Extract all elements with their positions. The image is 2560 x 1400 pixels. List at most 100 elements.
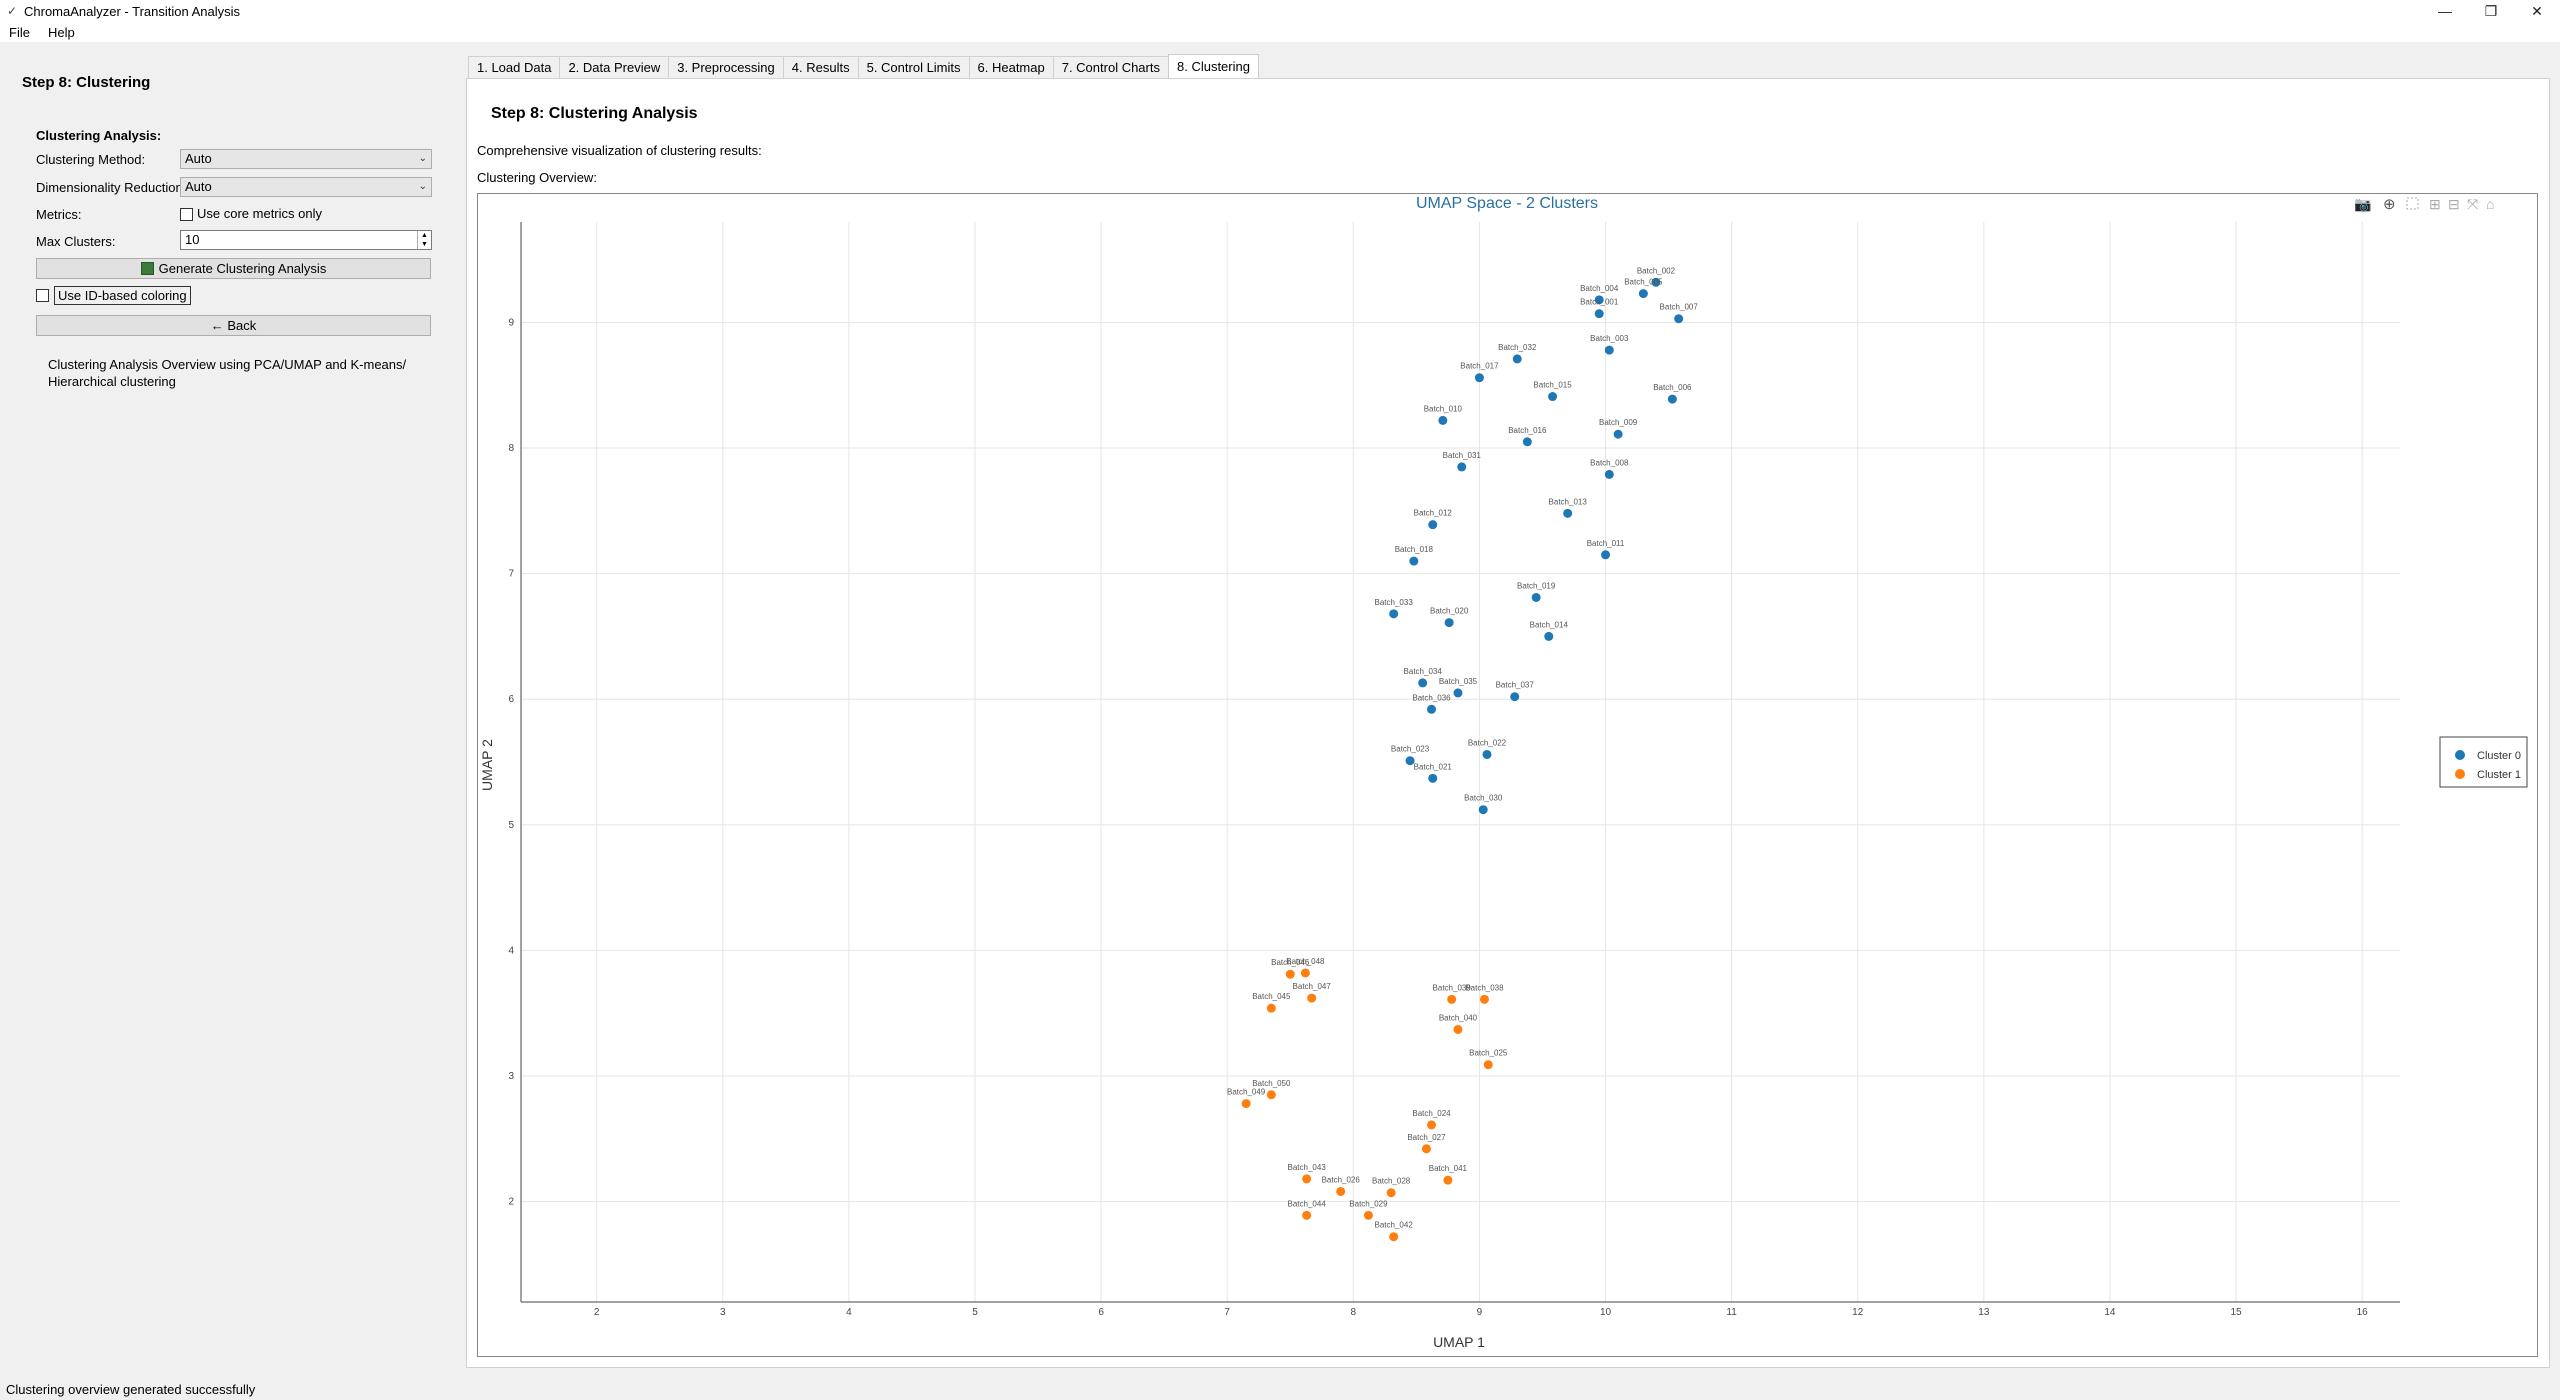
point-label: Batch_034 [1404,667,1443,676]
id-coloring-option[interactable]: Use ID-based coloring [36,286,191,305]
y-tick-label: 8 [508,443,514,454]
plot-frame[interactable]: UMAP Space - 2 Clusters 📷 ⊕ ⊞ ⊟ ⤧ ⌂ 2 3 4 5… [477,193,2538,1357]
point-label: Batch_001 [1580,298,1619,307]
id-coloring-label: Use ID-based coloring [54,286,191,305]
zoom-out-icon[interactable]: ⊟ [2448,196,2460,212]
data-point [1483,1060,1493,1070]
umap-scatter-chart[interactable]: UMAP Space - 2 Clusters 📷 ⊕ ⊞ ⊟ ⤧ ⌂ 2 3 4 5… [478,194,2537,1356]
minimize-icon[interactable]: — [2422,0,2468,22]
data-point [1426,704,1436,714]
camera-icon[interactable]: 📷 [2354,196,2371,213]
point-label: Batch_043 [1288,1163,1327,1172]
tab-results[interactable]: 4. Results [782,56,859,78]
data-point [1409,556,1419,566]
core-metrics-option[interactable]: Use core metrics only [180,206,322,222]
y-tick-label: 5 [508,820,514,831]
data-point [1548,392,1558,402]
data-point [1444,618,1454,628]
point-label: Batch_030 [1464,794,1503,803]
x-tick-label: 2 [594,1307,600,1318]
max-clusters-spinbox[interactable]: 10 ▲ ▼ [180,230,432,250]
grid [521,222,2400,1302]
point-label: Batch_013 [1549,497,1588,506]
x-tick-label: 3 [720,1307,726,1318]
maxclusters-label: Max Clusters: [36,234,116,249]
point-label: Batch_019 [1517,581,1556,590]
method-combo[interactable]: Auto ⌄ [180,149,432,169]
back-button[interactable]: ← Back [36,315,431,336]
close-icon[interactable]: ✕ [2514,0,2560,22]
tab-preprocessing[interactable]: 3. Preprocessing [668,56,784,78]
menu-help[interactable]: Help [39,25,84,40]
data-point [1674,314,1684,324]
point-label: Batch_005 [1624,278,1663,287]
tab-data-preview[interactable]: 2. Data Preview [559,56,670,78]
point-label: Batch_009 [1599,418,1638,427]
chevron-down-icon: ⌄ [418,181,427,192]
tab-bar: 1. Load Data 2. Data Preview 3. Preproce… [468,54,1259,78]
generate-clustering-button[interactable]: Generate Clustering Analysis [36,258,431,279]
point-label: Batch_014 [1530,620,1569,629]
point-label: Batch_027 [1407,1133,1446,1142]
data-point [1601,550,1611,560]
id-coloring-checkbox[interactable] [36,289,49,302]
point-label: Batch_020 [1430,607,1469,616]
menu-file[interactable]: File [0,25,39,40]
modebar: 📷 ⊕ ⊞ ⊟ ⤧ ⌂ [2354,196,2494,213]
content-description: Comprehensive visualization of clusterin… [477,143,762,158]
point-label: Batch_045 [1252,992,1291,1001]
metrics-label: Metrics: [36,207,82,222]
tab-heatmap[interactable]: 6. Heatmap [968,56,1054,78]
data-point [1363,1210,1373,1220]
x-tick-label: 6 [1098,1307,1104,1318]
point-label: Batch_026 [1322,1175,1361,1184]
data-point [1421,1144,1431,1154]
chevron-down-icon: ⌄ [418,153,427,164]
data-point [1474,373,1484,383]
data-point [1453,688,1463,698]
zoom-icon[interactable]: ⊕ [2383,196,2396,213]
tab-clustering[interactable]: 8. Clustering [1167,54,1259,78]
scatter-points: Batch_002 Batch_005 Batch_004 Batch_001 Batc… [1227,266,1699,1242]
data-point [1638,289,1648,299]
menu-bar: File Help [0,22,2560,42]
point-label: Batch_024 [1412,1109,1451,1118]
point-label: Batch_050 [1252,1079,1291,1088]
x-tick-label: 8 [1351,1307,1357,1318]
x-tick-label: 7 [1224,1307,1230,1318]
tab-control-charts[interactable]: 7. Control Charts [1052,56,1169,78]
select-box-icon[interactable] [2406,197,2419,210]
y-tick-label: 4 [508,945,514,956]
point-label: Batch_044 [1288,1199,1327,1208]
point-label: Batch_006 [1653,383,1692,392]
point-label: Batch_017 [1460,362,1499,371]
tab-control-limits[interactable]: 5. Control Limits [857,56,970,78]
restore-icon[interactable]: ❐ [2468,0,2514,22]
point-label: Batch_018 [1395,545,1434,554]
data-point [1389,609,1399,619]
data-point [1482,749,1492,759]
x-tick-label: 16 [2357,1307,2369,1318]
content-title: Step 8: Clustering Analysis [491,105,698,122]
legend-label-cluster-0: Cluster 0 [2477,750,2521,762]
data-point [1604,345,1614,355]
spin-buttons[interactable]: ▲ ▼ [417,231,431,249]
home-icon[interactable]: ⌂ [2486,196,2494,212]
data-point [1266,1090,1276,1100]
core-metrics-checkbox[interactable] [180,208,193,222]
autoscale-icon[interactable]: ⤧ [2467,196,2478,212]
point-label: Batch_041 [1429,1164,1468,1173]
tab-load-data[interactable]: 1. Load Data [468,56,561,78]
x-tick-label: 9 [1477,1307,1483,1318]
data-point [1302,1210,1312,1220]
data-point [1478,805,1488,815]
x-tick-label: 12 [1852,1307,1864,1318]
dimred-combo[interactable]: Auto ⌄ [180,177,432,197]
data-point [1512,354,1522,364]
zoom-in-icon[interactable]: ⊞ [2429,196,2441,212]
point-label: Batch_007 [1660,303,1699,312]
point-label: Batch_047 [1293,982,1332,991]
data-point [1285,969,1295,979]
legend[interactable]: Cluster 0 Cluster 1 [2439,736,2528,788]
data-point [1302,1174,1312,1184]
